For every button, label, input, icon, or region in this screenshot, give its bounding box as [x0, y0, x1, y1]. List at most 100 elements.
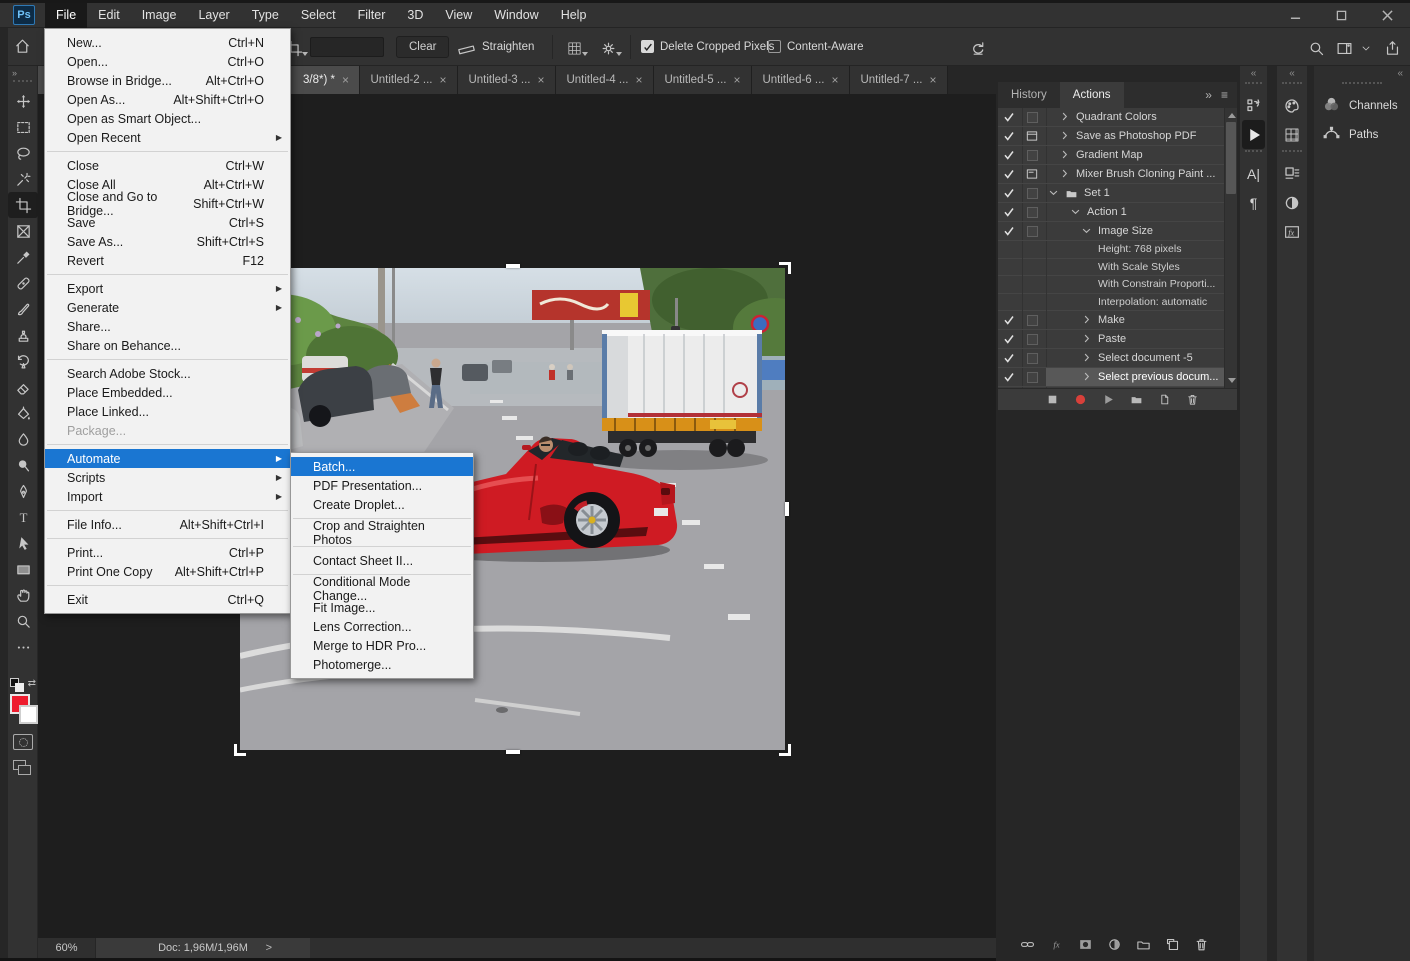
- file-menu-item-export[interactable]: Export▶: [45, 279, 290, 298]
- stop-icon[interactable]: [1046, 393, 1059, 406]
- tab-close-icon[interactable]: ×: [342, 73, 349, 87]
- new-layer-icon[interactable]: [1165, 937, 1180, 955]
- delete-cropped-pixels-checkbox[interactable]: [641, 40, 654, 53]
- menu-select[interactable]: Select: [290, 3, 347, 28]
- action-check-icon[interactable]: [1003, 130, 1015, 145]
- crop-handle-bottom[interactable]: [506, 750, 520, 754]
- overlay-grid-icon[interactable]: [564, 38, 584, 58]
- panel-grip[interactable]: [1342, 82, 1382, 87]
- action-check-icon[interactable]: [1003, 187, 1015, 202]
- new-action-icon[interactable]: [1158, 393, 1171, 406]
- crop-handle-right[interactable]: [785, 502, 789, 516]
- automate-item-crop-and-straighten-photos[interactable]: Crop and Straighten Photos: [291, 523, 473, 542]
- blur-tool-icon[interactable]: [8, 426, 38, 452]
- rail-grip[interactable]: [1282, 150, 1302, 155]
- scroll-thumb[interactable]: [1226, 122, 1236, 194]
- menu-edit[interactable]: Edit: [87, 3, 131, 28]
- action-row-paste[interactable]: Paste: [998, 330, 1237, 349]
- crop-handle-bottom-left[interactable]: [234, 744, 246, 756]
- file-menu-item-file-info[interactable]: File Info...Alt+Shift+Ctrl+I: [45, 515, 290, 534]
- collapse-arrow-icon[interactable]: [1070, 206, 1081, 220]
- dialog-toggle-icon[interactable]: [1025, 129, 1039, 146]
- file-menu-item-import[interactable]: Import▶: [45, 487, 290, 506]
- screen-mode-icon[interactable]: [13, 760, 33, 776]
- action-row-save-as-photoshop-pdf[interactable]: Save as Photoshop PDF: [998, 127, 1237, 146]
- automate-item-pdf-presentation[interactable]: PDF Presentation...: [291, 476, 473, 495]
- rail-grip[interactable]: [1245, 150, 1262, 155]
- maximize-icon[interactable]: [1318, 3, 1364, 28]
- file-menu-item-print[interactable]: Print...Ctrl+P: [45, 543, 290, 562]
- move-tool-icon[interactable]: [8, 88, 38, 114]
- file-menu-item-package[interactable]: Package...: [45, 421, 290, 440]
- panel-collapse-icon[interactable]: »: [1205, 88, 1212, 102]
- file-menu-item-generate[interactable]: Generate▶: [45, 298, 290, 317]
- tab-close-icon[interactable]: ×: [537, 73, 544, 87]
- dialog-toggle-box[interactable]: [1027, 112, 1038, 123]
- action-check-icon[interactable]: [1003, 149, 1015, 164]
- action-row-make[interactable]: Make: [998, 311, 1237, 330]
- background-color-swatch[interactable]: [19, 705, 38, 724]
- play-icon[interactable]: [1102, 393, 1115, 406]
- action-row-action-1[interactable]: Action 1: [998, 203, 1237, 222]
- file-menu-item-save[interactable]: SaveCtrl+S: [45, 213, 290, 232]
- expand-arrow-icon[interactable]: [1081, 314, 1092, 328]
- rail-collapse-icon[interactable]: «: [1277, 66, 1307, 81]
- crop-ratio-input[interactable]: [310, 37, 384, 57]
- file-menu-item-open-as-smart-object[interactable]: Open as Smart Object...: [45, 109, 290, 128]
- menu-image[interactable]: Image: [131, 3, 188, 28]
- fx-icon[interactable]: fx: [1049, 937, 1064, 955]
- tab-close-icon[interactable]: ×: [635, 73, 642, 87]
- menu-type[interactable]: Type: [241, 3, 290, 28]
- eyedropper-tool-icon[interactable]: [8, 244, 38, 270]
- tab-close-icon[interactable]: ×: [929, 73, 936, 87]
- panel-button-paths[interactable]: Paths: [1314, 120, 1410, 149]
- automate-item-contact-sheet-ii[interactable]: Contact Sheet II...: [291, 551, 473, 570]
- dialog-toggle-box[interactable]: [1027, 315, 1038, 326]
- record-icon[interactable]: [1074, 393, 1087, 406]
- expand-arrow-icon[interactable]: [1059, 168, 1070, 182]
- status-menu-chevron-icon[interactable]: >: [266, 942, 272, 954]
- clear-button[interactable]: Clear: [396, 36, 449, 58]
- straighten-label[interactable]: Straighten: [482, 28, 534, 66]
- rail-collapse-icon[interactable]: «: [1240, 66, 1267, 81]
- crop-handle-top[interactable]: [506, 264, 520, 268]
- file-menu-item-scripts[interactable]: Scripts▶: [45, 468, 290, 487]
- clone-stamp-tool-icon[interactable]: [8, 322, 38, 348]
- rail-grip[interactable]: [1282, 82, 1302, 87]
- hand-tool-icon[interactable]: [8, 582, 38, 608]
- properties-icon[interactable]: [1277, 159, 1307, 188]
- action-check-icon[interactable]: [1003, 333, 1015, 348]
- pen-tool-icon[interactable]: [8, 478, 38, 504]
- panel-menu-icon[interactable]: ≡: [1221, 88, 1228, 102]
- document-size[interactable]: Doc: 1,96M/1,96M >: [96, 938, 310, 958]
- actions-play-icon[interactable]: [1242, 120, 1265, 149]
- clone-source-icon[interactable]: [1240, 91, 1267, 120]
- action-row-image-size[interactable]: Image Size: [998, 222, 1237, 241]
- action-row-gradient-map[interactable]: Gradient Map: [998, 146, 1237, 165]
- document-tab-untitled-7[interactable]: Untitled-7 ...×: [850, 66, 948, 94]
- paragraph-icon[interactable]: ¶: [1240, 188, 1267, 217]
- menu-filter[interactable]: Filter: [347, 3, 397, 28]
- chevron-down-icon[interactable]: [1360, 38, 1372, 58]
- dialog-toggle-box[interactable]: [1027, 207, 1038, 218]
- group-icon[interactable]: [1136, 937, 1151, 955]
- file-menu-item-share[interactable]: Share...: [45, 317, 290, 336]
- action-row-select-previous-docum[interactable]: Select previous docum...: [998, 368, 1237, 387]
- dialog-toggle-box[interactable]: [1027, 150, 1038, 161]
- action-check-icon[interactable]: [1003, 111, 1015, 126]
- expand-arrow-icon[interactable]: [1081, 333, 1092, 347]
- dialog-toggle-box[interactable]: [1027, 334, 1038, 345]
- file-menu-item-open-as[interactable]: Open As...Alt+Shift+Ctrl+O: [45, 90, 290, 109]
- dialog-toggle-icon[interactable]: [1025, 167, 1039, 184]
- file-menu-item-revert[interactable]: RevertF12: [45, 251, 290, 270]
- dialog-toggle-box[interactable]: [1027, 226, 1038, 237]
- workspace-icon[interactable]: [1334, 38, 1354, 58]
- menu-window[interactable]: Window: [483, 3, 549, 28]
- close-icon[interactable]: [1364, 3, 1410, 28]
- panel-collapse-icon[interactable]: «: [1314, 66, 1410, 81]
- history-brush-tool-icon[interactable]: [8, 348, 38, 374]
- swap-colors-icon[interactable]: ⇄: [28, 678, 36, 689]
- healing-tool-icon[interactable]: [8, 270, 38, 296]
- action-check-icon[interactable]: [1003, 352, 1015, 367]
- action-row-set-1[interactable]: Set 1: [998, 184, 1237, 203]
